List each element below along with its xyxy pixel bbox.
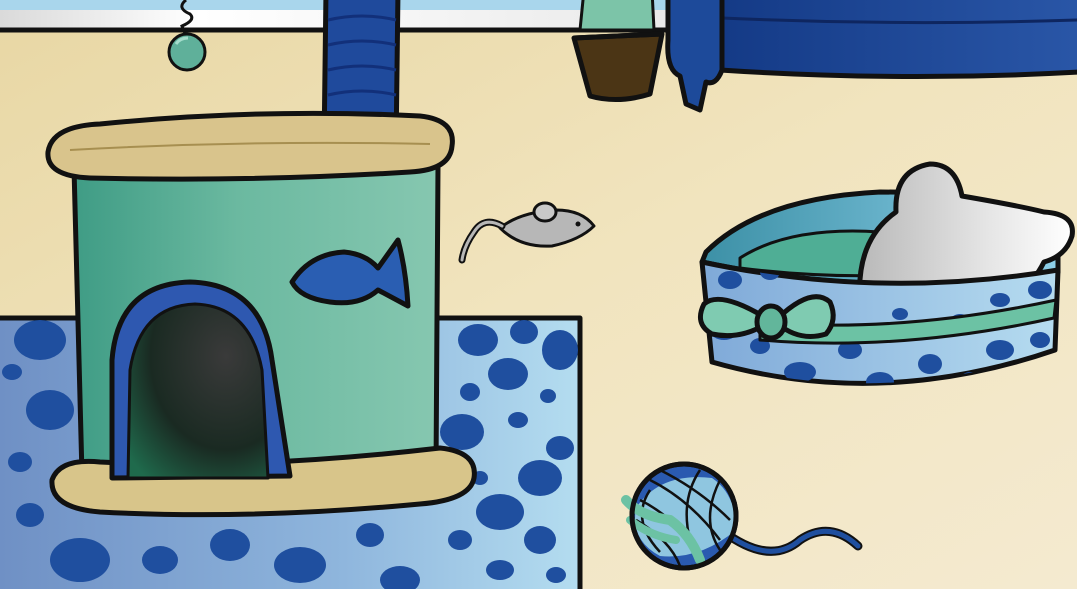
cat-room-scene (0, 0, 1077, 589)
plant-pot-icon (571, 0, 665, 102)
scene-canvas (0, 0, 1077, 589)
